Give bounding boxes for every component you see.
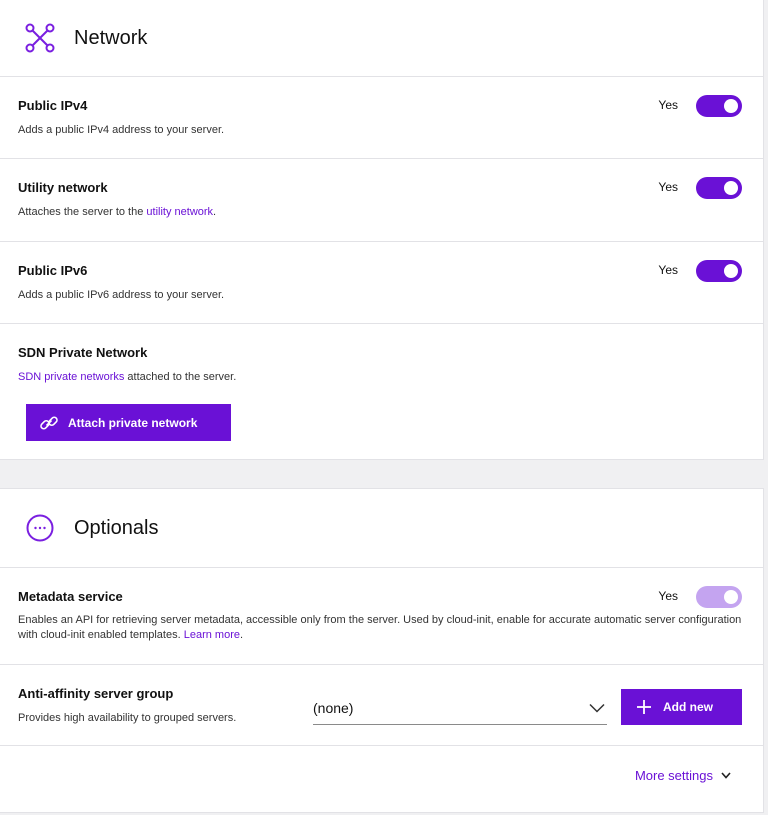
metadata-service-row: Metadata service Enables an API for retr… xyxy=(0,568,763,665)
optionals-card: Optionals Metadata service Enables an AP… xyxy=(0,488,764,813)
public-ipv6-row: Public IPv6 Adds a public IPv6 address t… xyxy=(0,242,763,324)
metadata-description-text: Enables an API for retrieving server met… xyxy=(18,614,742,641)
anti-affinity-title: Anti-affinity server group xyxy=(18,686,174,701)
metadata-service-toggle[interactable] xyxy=(696,586,742,608)
utility-network-description-text: Attaches the server to the xyxy=(18,206,147,218)
public-ipv4-title: Public IPv4 xyxy=(18,98,88,113)
utility-network-description: Attaches the server to the utility netwo… xyxy=(18,205,216,220)
utility-network-row: Utility network Attaches the server to t… xyxy=(0,159,763,242)
public-ipv6-description: Adds a public IPv6 address to your serve… xyxy=(18,289,225,301)
more-settings-toggle[interactable]: More settings xyxy=(635,768,731,783)
more-settings-row: More settings xyxy=(0,746,763,812)
sdn-private-network-row: SDN Private Network SDN private networks… xyxy=(0,324,763,460)
metadata-service-title: Metadata service xyxy=(18,589,123,604)
more-settings-label: More settings xyxy=(634,768,713,783)
metadata-description-suffix: . xyxy=(239,629,244,641)
metadata-service-description: Enables an API for retrieving server met… xyxy=(18,613,748,643)
attach-private-network-button[interactable]: Attach private network xyxy=(26,404,231,441)
add-new-button[interactable]: Add new xyxy=(621,689,742,725)
optionals-header: Optionals xyxy=(0,489,763,568)
public-ipv6-title: Public IPv6 xyxy=(18,263,88,278)
metadata-service-value: Yes xyxy=(658,589,678,603)
sdn-description-suffix: attached to the server. xyxy=(124,371,237,383)
utility-network-title: Utility network xyxy=(18,180,108,195)
network-title: Network xyxy=(74,26,148,49)
network-card: Network Public IPv4 Adds a public IPv4 a… xyxy=(0,0,764,460)
chevron-down-icon xyxy=(589,703,605,713)
public-ipv4-toggle[interactable] xyxy=(696,95,742,117)
learn-more-link[interactable]: Learn more xyxy=(184,629,240,641)
optionals-title: Optionals xyxy=(74,516,159,539)
utility-network-value: Yes xyxy=(658,180,678,194)
anti-affinity-select[interactable]: (none) xyxy=(313,691,607,725)
add-new-label: Add new xyxy=(663,700,713,714)
sdn-title: SDN Private Network xyxy=(18,345,148,360)
anti-affinity-description: Provides high availability to grouped se… xyxy=(18,712,237,724)
network-nodes-icon xyxy=(23,22,56,55)
chevron-down-icon xyxy=(721,772,731,779)
utility-network-toggle[interactable] xyxy=(696,177,742,199)
sdn-description: SDN private networks attached to the ser… xyxy=(18,370,236,385)
plus-icon xyxy=(637,700,651,714)
utility-network-description-suffix: . xyxy=(213,206,217,218)
public-ipv4-value: Yes xyxy=(658,98,678,112)
utility-network-link[interactable]: utility network xyxy=(146,206,213,218)
public-ipv6-value: Yes xyxy=(658,263,678,277)
anti-affinity-selected-value: (none) xyxy=(313,699,354,716)
attach-private-network-label: Attach private network xyxy=(68,415,198,430)
sdn-private-networks-link[interactable]: SDN private networks xyxy=(18,371,124,383)
anti-affinity-row: Anti-affinity server group Provides high… xyxy=(0,665,763,746)
public-ipv4-row: Public IPv4 Adds a public IPv4 address t… xyxy=(0,77,763,159)
more-circle-icon xyxy=(23,512,56,545)
public-ipv4-description: Adds a public IPv4 address to your serve… xyxy=(18,124,225,136)
link-chain-icon xyxy=(39,413,59,433)
network-header: Network xyxy=(0,0,763,77)
public-ipv6-toggle[interactable] xyxy=(696,260,742,282)
